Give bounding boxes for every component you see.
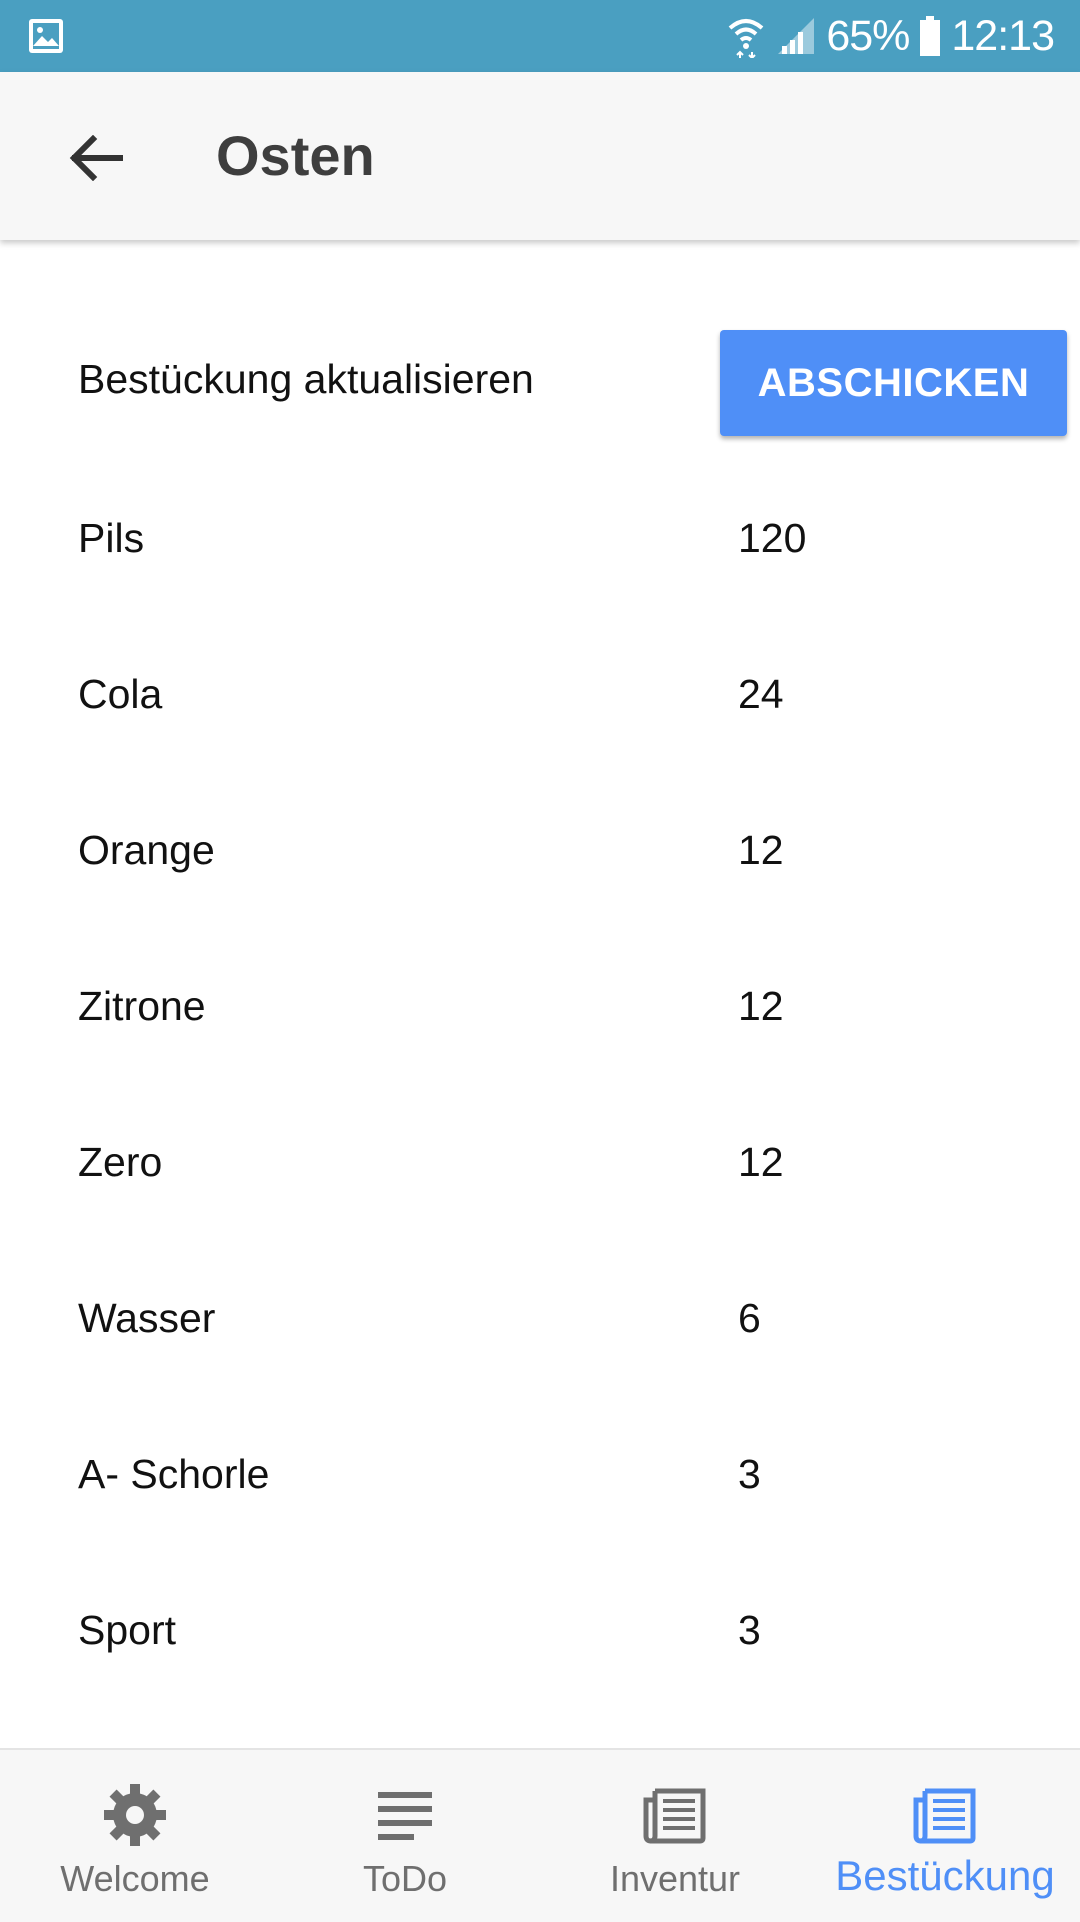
list-item: Pils 120 (0, 500, 1080, 580)
main-content: Bestückung aktualisieren ABSCHICKEN Pils… (0, 240, 1080, 1748)
update-label: Bestückung aktualisieren (78, 356, 534, 402)
nav-label: ToDo (362, 1858, 448, 1899)
item-quantity[interactable]: 24 (738, 671, 784, 718)
item-quantity[interactable]: 120 (738, 515, 806, 562)
list-item: A- Schorle 3 (0, 1436, 1080, 1516)
item-quantity[interactable]: 3 (738, 1451, 761, 1498)
item-name: Sport (78, 1607, 176, 1653)
item-quantity[interactable]: 12 (738, 827, 784, 874)
arrow-left-icon (69, 135, 123, 181)
item-name: A- Schorle (78, 1451, 270, 1497)
list-item: Wasser 6 (0, 1280, 1080, 1360)
item-name: Wasser (78, 1295, 216, 1341)
nav-label: Inventur (609, 1858, 741, 1899)
submit-button[interactable]: ABSCHICKEN (720, 330, 1067, 436)
nav-item-todo[interactable]: ToDo (270, 1750, 540, 1922)
wifi-icon (728, 19, 764, 58)
battery-percent: 65% (826, 11, 910, 60)
nav-item-inventur[interactable]: Inventur (540, 1750, 810, 1922)
list-item: Cola 24 (0, 656, 1080, 736)
back-button[interactable] (58, 120, 134, 196)
item-name: Cola (78, 671, 163, 717)
list-item: Orange 12 (0, 812, 1080, 892)
page-title: Osten (216, 124, 375, 187)
nav-item-bestueckung[interactable]: Bestückung (810, 1750, 1080, 1922)
item-quantity[interactable]: 3 (738, 1607, 761, 1654)
nav-item-welcome[interactable]: Welcome (0, 1750, 270, 1922)
item-name: Zero (78, 1139, 163, 1185)
list-item: Zitrone 12 (0, 968, 1080, 1048)
gallery-icon (29, 19, 63, 53)
nav-label: Welcome (60, 1858, 210, 1899)
newspaper-icon (643, 1788, 706, 1844)
item-quantity[interactable]: 12 (738, 1139, 784, 1186)
gear-icon (104, 1784, 166, 1846)
list-item: Sport 3 (0, 1592, 1080, 1672)
signal-icon (778, 18, 815, 54)
item-quantity[interactable]: 12 (738, 983, 784, 1030)
status-bar: 65% 12:13 (0, 0, 1080, 72)
newspaper-icon (913, 1788, 976, 1844)
app-bar: Osten (0, 72, 1080, 240)
item-name: Pils (78, 515, 145, 561)
clock: 12:13 (951, 11, 1055, 60)
battery-icon (920, 16, 941, 56)
item-name: Zitrone (78, 983, 206, 1029)
list-item: Zero 12 (0, 1124, 1080, 1204)
item-quantity[interactable]: 6 (738, 1295, 761, 1342)
list-icon (378, 1792, 432, 1840)
bottom-navigation: Welcome ToDo Inventur Bestückung (0, 1748, 1080, 1922)
item-name: Orange (78, 827, 215, 873)
nav-label: Bestückung (835, 1852, 1055, 1899)
